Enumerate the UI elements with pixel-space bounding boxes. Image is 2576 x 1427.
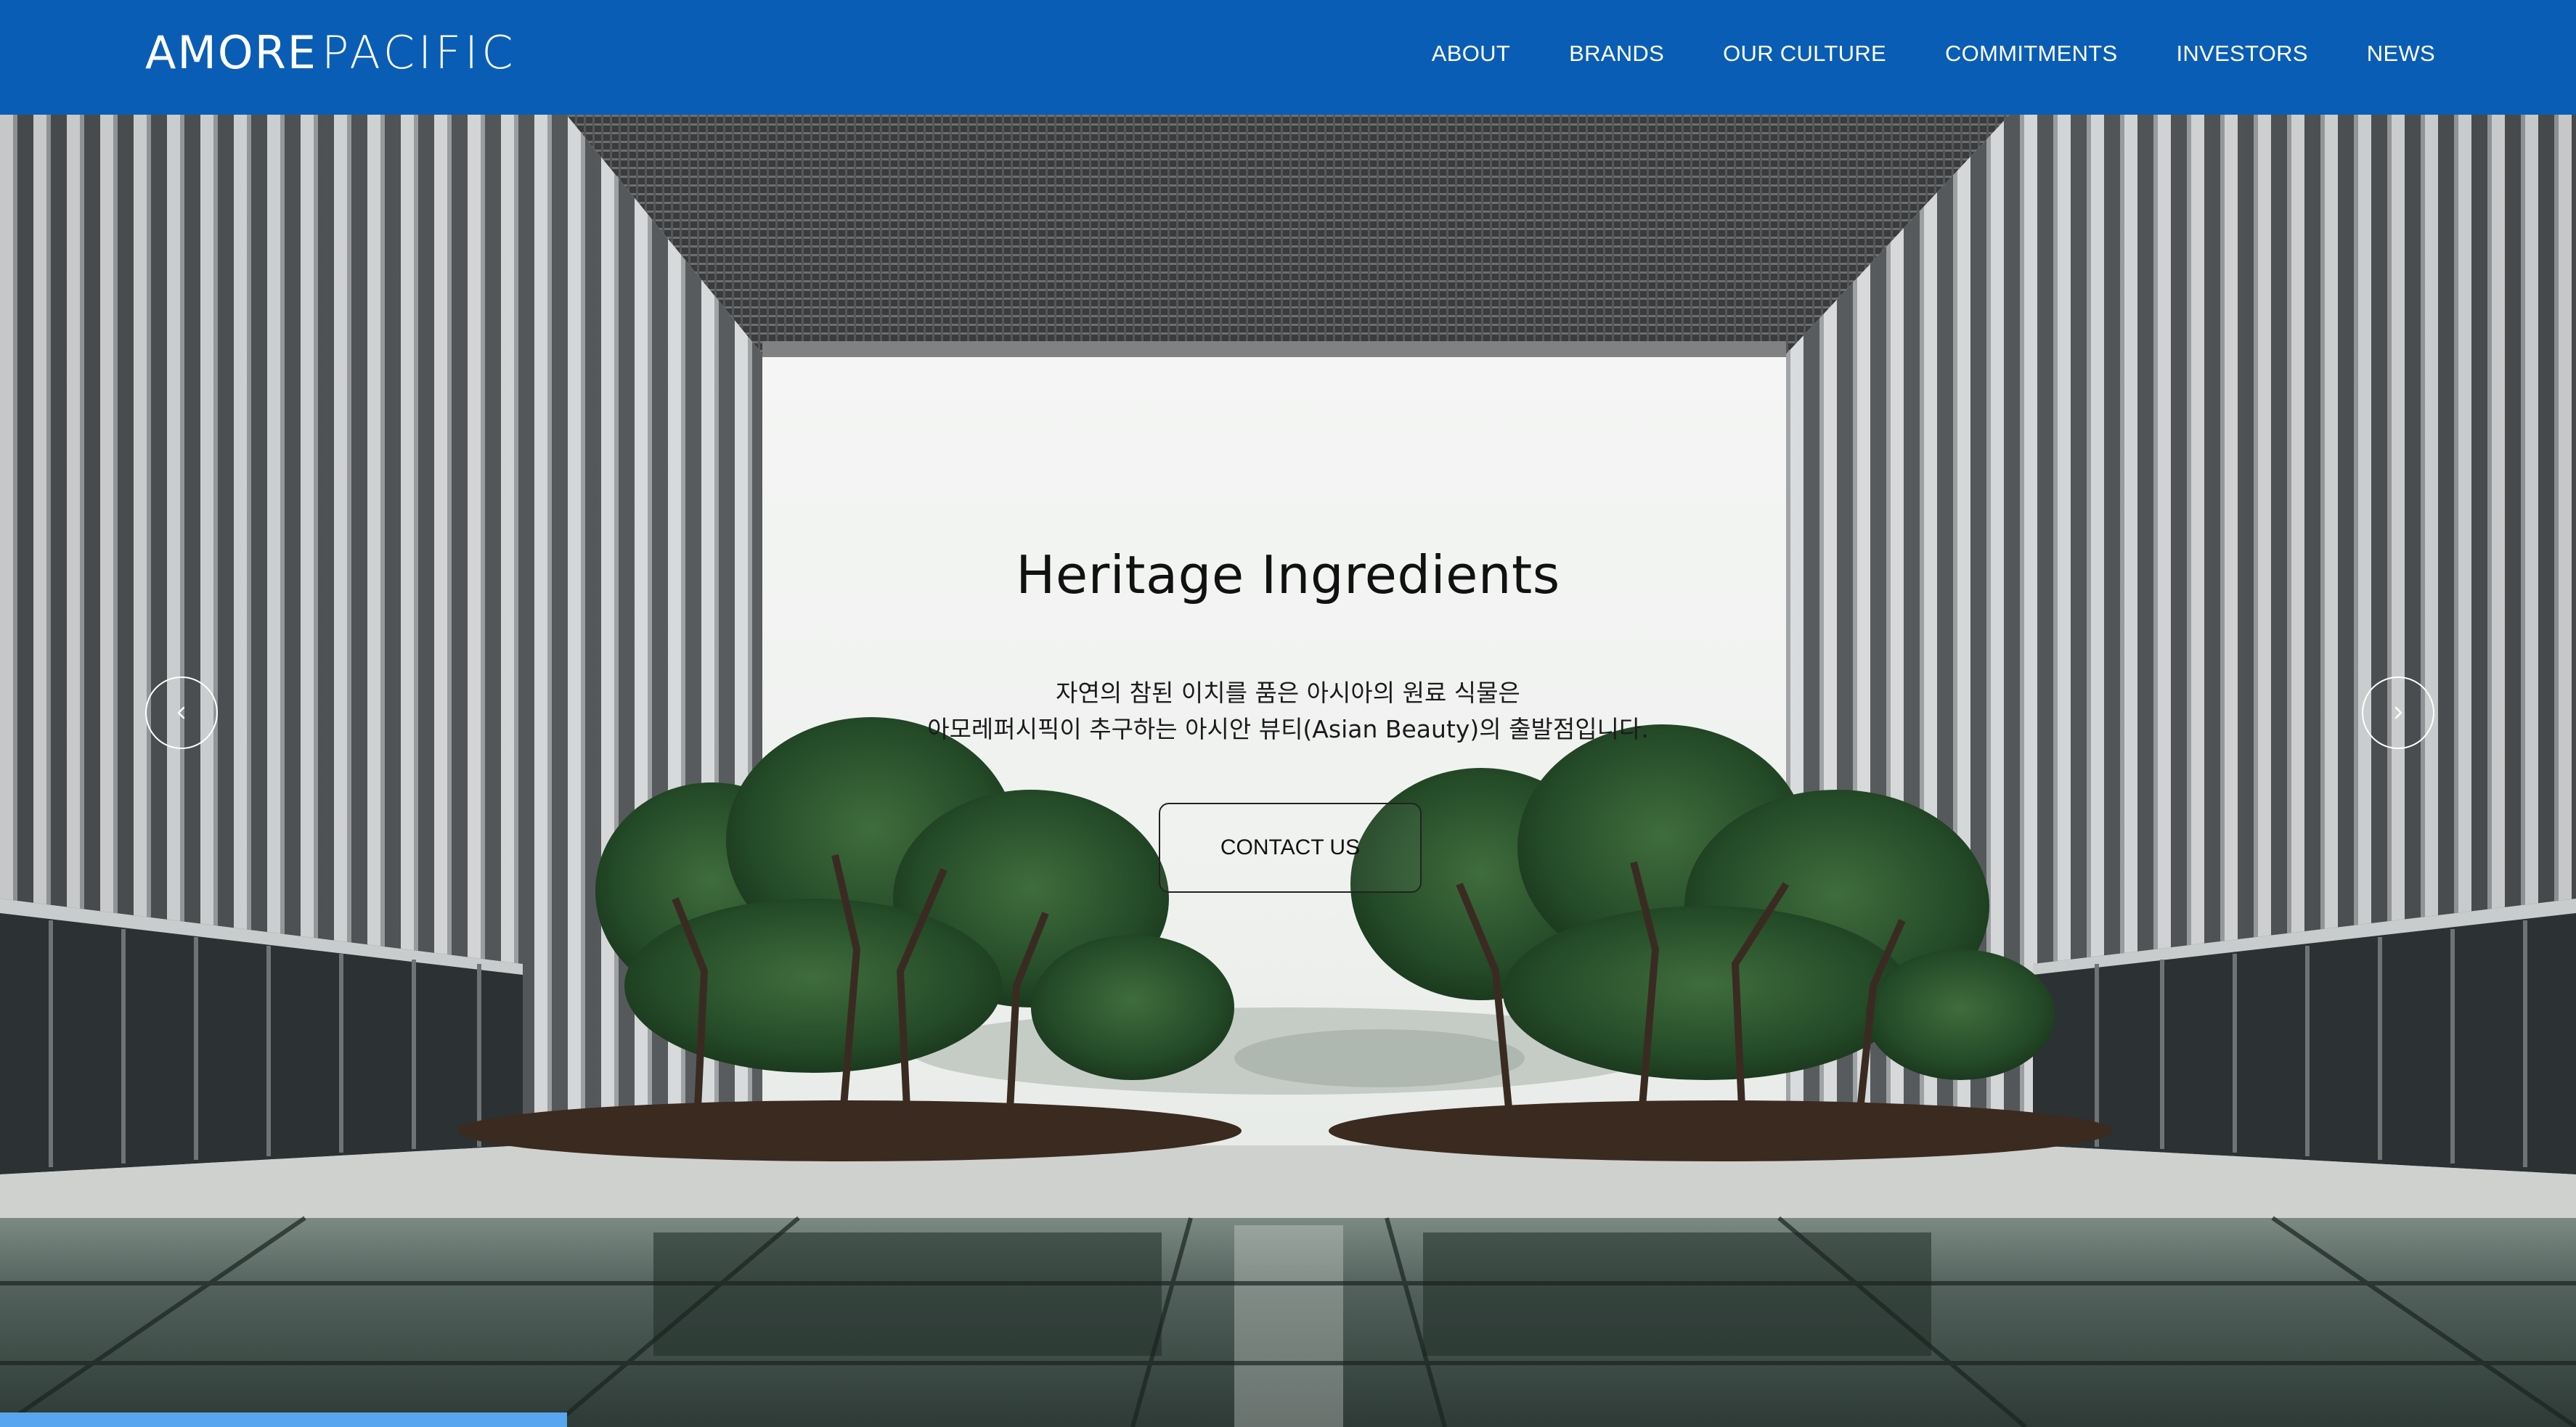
main-nav: ABOUT BRANDS OUR CULTURE COMMITMENTS INV… <box>1373 0 2435 107</box>
slider-next-button[interactable] <box>2362 676 2434 749</box>
chevron-right-icon <box>2394 706 2402 719</box>
logo-word-amore: AMORE <box>145 26 317 79</box>
logo-word-pacific: PACIFIC <box>321 26 517 79</box>
hero-content: Heritage Ingredients 자연의 참된 이치를 품은 아시아의 … <box>0 115 2576 1427</box>
slider-progress-track <box>0 1412 2576 1427</box>
nav-item-news[interactable]: NEWS <box>2367 41 2435 67</box>
contact-us-button[interactable]: CONTACT US <box>1159 803 1422 893</box>
hero-description-line-1: 자연의 참된 이치를 품은 아시아의 원료 식물은 <box>1056 679 1520 707</box>
hero-slider: Heritage Ingredients 자연의 참된 이치를 품은 아시아의 … <box>0 115 2576 1427</box>
nav-item-about[interactable]: ABOUT <box>1432 41 1510 67</box>
nav-item-brands[interactable]: BRANDS <box>1569 41 1664 67</box>
site-header: AMORE PACIFIC ABOUT BRANDS OUR CULTURE C… <box>0 0 2576 115</box>
nav-item-commitments[interactable]: COMMITMENTS <box>1945 41 2118 67</box>
amorepacific-logo[interactable]: AMORE PACIFIC <box>145 29 517 77</box>
slider-progress-fill <box>0 1412 567 1427</box>
nav-item-investors[interactable]: INVESTORS <box>2177 41 2308 67</box>
chevron-left-icon <box>177 706 185 719</box>
hero-title: Heritage Ingredients <box>1016 544 1560 605</box>
nav-item-our-culture[interactable]: OUR CULTURE <box>1723 41 1886 67</box>
hero-description: 자연의 참된 이치를 품은 아시아의 원료 식물은 아모레퍼시픽이 추구하는 아… <box>0 675 2576 748</box>
hero-description-line-2: 아모레퍼시픽이 추구하는 아시안 뷰티(Asian Beauty)의 출발점입니… <box>927 715 1649 743</box>
slider-prev-button[interactable] <box>145 676 218 749</box>
page: AMORE PACIFIC ABOUT BRANDS OUR CULTURE C… <box>0 0 2576 1427</box>
